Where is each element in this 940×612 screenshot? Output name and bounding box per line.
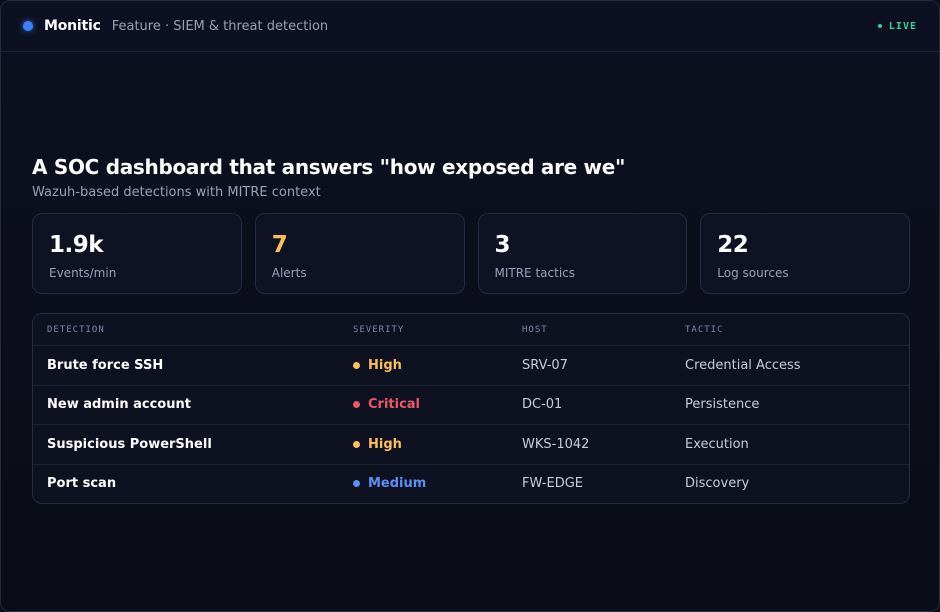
stats-row: 1.9k Events/min 7 Alerts 3 MITRE tactics…: [32, 213, 910, 294]
tactic-name: Persistence: [685, 397, 760, 413]
severity-dot-icon: [353, 361, 360, 369]
main-content: A SOC dashboard that answers "how expose…: [32, 154, 910, 504]
severity-label: High: [368, 436, 402, 452]
severity-dot-icon: [353, 480, 360, 488]
severity-label: Critical: [368, 397, 421, 413]
live-label: LIVE: [888, 20, 917, 32]
stat-value: 1.9k: [49, 232, 104, 258]
stat-label: Events/min: [49, 266, 117, 280]
column-header-tactic: TACTIC: [685, 324, 724, 335]
table-header: DETECTION SEVERITY HOST TACTIC: [33, 314, 909, 345]
column-header-detection: DETECTION: [47, 324, 105, 335]
table-row[interactable]: Port scan Medium FW-EDGE Discovery: [33, 463, 909, 504]
app-window: Monitic Feature · SIEM & threat detectio…: [0, 0, 940, 612]
severity-cell: High: [350, 358, 522, 373]
host-name: SRV-07: [522, 357, 568, 373]
live-status-badge: LIVE: [877, 20, 917, 32]
stat-label: MITRE tactics: [494, 266, 576, 280]
stat-card-mitre-tactics: 3 MITRE tactics: [477, 213, 688, 294]
stat-card-log-sources: 22 Log sources: [700, 213, 910, 294]
detection-name: Port scan: [47, 476, 117, 492]
stat-value: 3: [494, 232, 511, 258]
host-name: WKS-1042: [522, 436, 590, 452]
severity-cell: High: [350, 437, 522, 452]
stat-card-alerts: 7 Alerts: [254, 213, 465, 294]
table-row[interactable]: Suspicious PowerShell High WKS-1042 Exec…: [33, 424, 909, 464]
severity-label: High: [368, 357, 402, 373]
column-header-severity: SEVERITY: [353, 324, 405, 335]
tactic-name: Credential Access: [685, 357, 801, 373]
severity-label: Medium: [368, 476, 427, 492]
top-bar: Monitic Feature · SIEM & threat detectio…: [1, 1, 939, 52]
column-header-host: HOST: [522, 324, 548, 335]
stat-card-events: 1.9k Events/min: [32, 213, 242, 294]
stat-label: Alerts: [271, 266, 307, 280]
stat-label: Log sources: [717, 266, 789, 280]
page-subtitle: Wazuh-based detections with MITRE contex…: [32, 185, 321, 200]
stat-value: 22: [717, 232, 749, 258]
detection-name: New admin account: [47, 397, 191, 413]
tactic-name: Discovery: [685, 476, 750, 492]
brand-logo-icon: [23, 21, 33, 31]
detection-name: Suspicious PowerShell: [47, 436, 212, 452]
table-row[interactable]: Brute force SSH High SRV-07 Credential A…: [33, 345, 909, 385]
page-title: A SOC dashboard that answers "how expose…: [32, 155, 626, 179]
table-row[interactable]: New admin account Critical DC-01 Persist…: [33, 384, 909, 425]
detection-name: Brute force SSH: [47, 357, 164, 373]
stat-value: 7: [271, 232, 288, 258]
host-name: DC-01: [522, 397, 563, 413]
severity-dot-icon: [353, 440, 360, 448]
severity-cell: Medium: [350, 476, 522, 491]
brand-name[interactable]: Monitic: [44, 18, 101, 34]
tactic-name: Execution: [685, 436, 749, 452]
host-name: FW-EDGE: [522, 476, 584, 492]
severity-dot-icon: [353, 401, 360, 409]
breadcrumb: Feature · SIEM & threat detection: [111, 18, 329, 34]
live-dot-icon: [877, 24, 882, 28]
severity-cell: Critical: [350, 397, 522, 412]
detections-table: DETECTION SEVERITY HOST TACTIC Brute for…: [32, 313, 910, 504]
